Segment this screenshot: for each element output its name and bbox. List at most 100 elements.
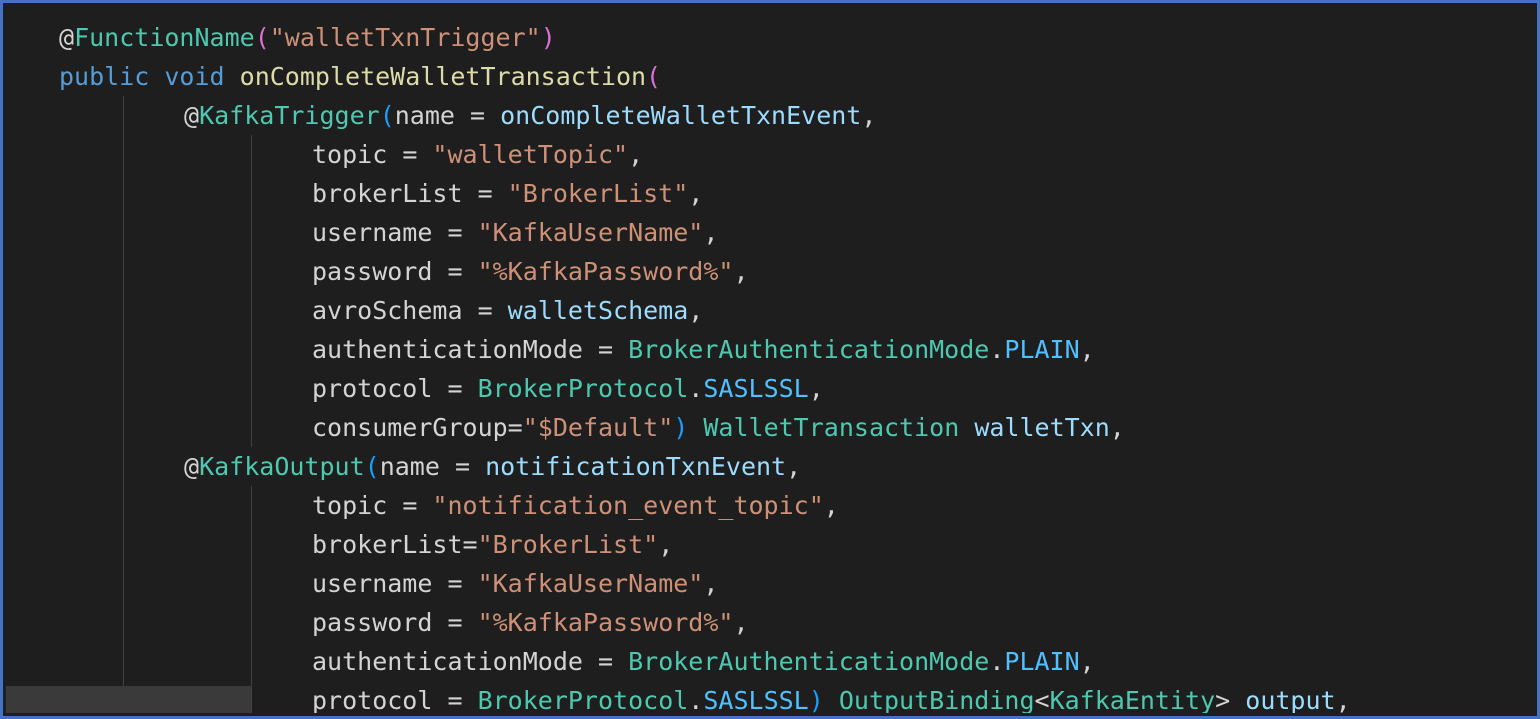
- equals-sign: =: [432, 569, 478, 598]
- equals-sign: =: [432, 257, 478, 286]
- string-literal: "KafkaUserName": [477, 218, 704, 247]
- equals-sign: =: [387, 491, 433, 520]
- code-line-3: @KafkaTrigger(name = onCompleteWalletTxn…: [184, 96, 876, 135]
- close-paren: ): [673, 413, 689, 442]
- comma: ,: [861, 101, 877, 130]
- type-name: BrokerProtocol: [477, 686, 689, 713]
- equals-sign: =: [582, 335, 629, 364]
- comma: ,: [688, 179, 704, 208]
- comma: ,: [1335, 686, 1351, 713]
- equals-sign: =: [387, 140, 433, 169]
- string-literal: "KafkaUserName": [477, 569, 704, 598]
- equals-sign: =: [462, 296, 508, 325]
- type-name: BrokerAuthenticationMode: [628, 647, 990, 676]
- string-literal: "BrokerList": [477, 530, 659, 559]
- comma: ,: [1109, 413, 1125, 442]
- comma: ,: [808, 374, 824, 403]
- param-name: brokerList: [312, 530, 463, 559]
- param-name: name: [379, 452, 440, 481]
- indent-guide-2: [251, 135, 252, 447]
- screenshot-frame: @FunctionName("walletTxnTrigger") public…: [0, 0, 1540, 719]
- param-name: brokerList: [312, 179, 463, 208]
- comma: ,: [786, 452, 802, 481]
- param-name: password: [312, 608, 433, 637]
- open-paren: (: [646, 62, 662, 91]
- param-name: username: [312, 218, 433, 247]
- comma: ,: [628, 140, 644, 169]
- greater-than: >: [1215, 686, 1231, 713]
- variable-name: output: [1245, 686, 1336, 713]
- comma: ,: [688, 296, 704, 325]
- param-name: password: [312, 257, 433, 286]
- annotation-at: @: [59, 23, 75, 52]
- dot: .: [688, 686, 704, 713]
- param-name: username: [312, 569, 433, 598]
- param-value: onCompleteWalletTxnEvent: [500, 101, 862, 130]
- equals-sign: =: [507, 413, 523, 442]
- param-name: name: [394, 101, 455, 130]
- open-paren: (: [254, 23, 270, 52]
- comma: ,: [733, 608, 749, 637]
- string-literal: "%KafkaPassword%": [477, 608, 734, 637]
- type-name: BrokerProtocol: [477, 374, 689, 403]
- equals-sign: =: [432, 374, 478, 403]
- param-value: walletSchema: [507, 296, 689, 325]
- horizontal-scrollbar-thumb[interactable]: [6, 686, 251, 713]
- comma: ,: [1079, 647, 1095, 676]
- type-name: WalletTransaction: [703, 413, 960, 442]
- param-name: authenticationMode: [312, 335, 583, 364]
- comma: ,: [658, 530, 674, 559]
- code-line-14: brokerList="BrokerList",: [312, 525, 673, 564]
- param-value: notificationTxnEvent: [485, 452, 787, 481]
- open-paren: (: [379, 101, 395, 130]
- param-name: protocol: [312, 686, 433, 713]
- equals-sign: =: [439, 452, 486, 481]
- equals-sign: =: [462, 530, 478, 559]
- annotation-name: FunctionName: [74, 23, 255, 52]
- close-paren: ): [540, 23, 556, 52]
- code-line-11: consumerGroup="$Default") WalletTransact…: [312, 408, 1125, 447]
- enum-constant: SASLSSL: [703, 374, 809, 403]
- open-paren: (: [364, 452, 380, 481]
- code-editor[interactable]: @FunctionName("walletTxnTrigger") public…: [6, 6, 1534, 713]
- param-name: authenticationMode: [312, 647, 583, 676]
- string-literal: "$Default": [522, 413, 674, 442]
- enum-constant: PLAIN: [1004, 647, 1080, 676]
- comma: ,: [733, 257, 749, 286]
- variable-name: walletTxn: [974, 413, 1110, 442]
- comma: ,: [1079, 335, 1095, 364]
- code-line-6: username = "KafkaUserName",: [312, 213, 718, 252]
- dot: .: [989, 647, 1005, 676]
- comma: ,: [703, 218, 719, 247]
- equals-sign: =: [582, 647, 629, 676]
- generic-type-name: OutputBinding: [838, 686, 1035, 713]
- code-line-5: brokerList = "BrokerList",: [312, 174, 703, 213]
- enum-constant: PLAIN: [1004, 335, 1080, 364]
- keyword-public: public: [59, 62, 150, 91]
- indent-guide-3: [251, 486, 252, 713]
- string-literal: "BrokerList": [507, 179, 689, 208]
- close-paren: ): [808, 686, 824, 713]
- param-name: topic: [312, 491, 388, 520]
- equals-sign: =: [454, 101, 501, 130]
- code-line-1: @FunctionName("walletTxnTrigger"): [59, 18, 556, 57]
- string-literal: "walletTopic": [432, 140, 629, 169]
- code-line-18: protocol = BrokerProtocol.SASLSSL) Outpu…: [312, 681, 1351, 713]
- param-name: avroSchema: [312, 296, 463, 325]
- code-line-8: avroSchema = walletSchema,: [312, 291, 703, 330]
- dot: .: [989, 335, 1005, 364]
- annotation-name: KafkaOutput: [199, 452, 365, 481]
- code-line-17: authenticationMode = BrokerAuthenticatio…: [312, 642, 1095, 681]
- string-literal: "notification_event_topic": [432, 491, 824, 520]
- annotation-at: @: [184, 101, 200, 130]
- comma: ,: [823, 491, 839, 520]
- code-line-15: username = "KafkaUserName",: [312, 564, 718, 603]
- code-line-9: authenticationMode = BrokerAuthenticatio…: [312, 330, 1095, 369]
- equals-sign: =: [432, 686, 478, 713]
- code-line-4: topic = "walletTopic",: [312, 135, 643, 174]
- less-than: <: [1034, 686, 1050, 713]
- string-literal: "walletTxnTrigger": [269, 23, 541, 52]
- code-line-16: password = "%KafkaPassword%",: [312, 603, 749, 642]
- equals-sign: =: [462, 179, 508, 208]
- comma: ,: [703, 569, 719, 598]
